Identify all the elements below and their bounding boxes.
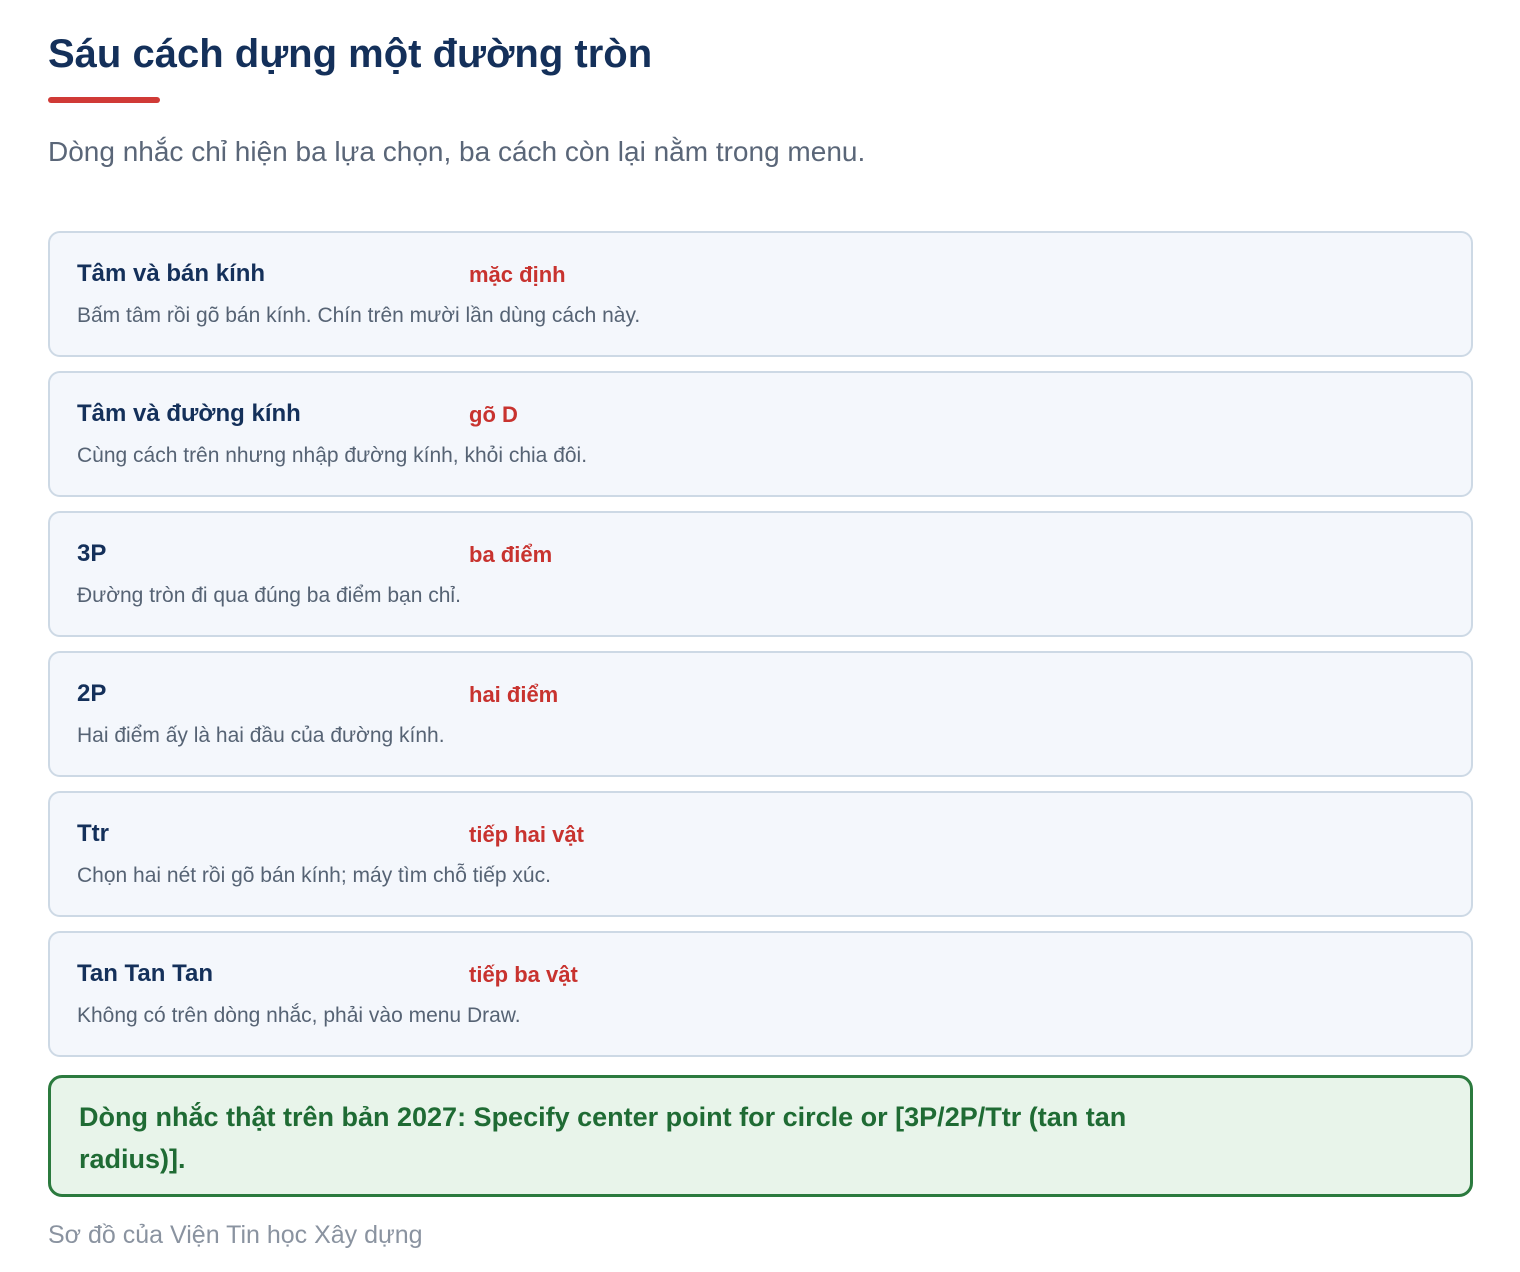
prompt-note-text: Dòng nhắc thật trên bản 2027: Specify ce… — [79, 1102, 1127, 1174]
method-name: Tâm và bán kính — [77, 260, 266, 287]
prompt-note-box: Dòng nhắc thật trên bản 2027: Specify ce… — [48, 1075, 1473, 1197]
method-card-3p: 3P ba điểm Đường tròn đi qua đúng ba điể… — [48, 511, 1473, 637]
method-tag: tiếp ba vật — [469, 962, 578, 987]
method-tag: ba điểm — [469, 542, 553, 567]
method-card-2p: 2P hai điểm Hai điểm ấy là hai đầu của đ… — [48, 651, 1473, 777]
method-tag: hai điểm — [469, 682, 559, 707]
page-title: Sáu cách dựng một đường tròn — [48, 32, 653, 76]
title-underline — [48, 97, 160, 103]
method-name: Tâm và đường kính — [77, 400, 301, 427]
method-tag: mặc định — [469, 262, 566, 287]
method-card-center-radius: Tâm và bán kính mặc định Bấm tâm rồi gõ … — [48, 231, 1473, 357]
method-card-center-diameter: Tâm và đường kính gõ D Cùng cách trên nh… — [48, 371, 1473, 497]
method-tag: tiếp hai vật — [469, 822, 584, 847]
method-name: 2P — [77, 680, 107, 707]
method-name: Ttr — [77, 820, 109, 847]
method-description: Hai điểm ấy là hai đầu của đường kính. — [77, 724, 445, 747]
page-subtitle: Dòng nhắc chỉ hiện ba lựa chọn, ba cách … — [48, 136, 866, 167]
method-description: Không có trên dòng nhắc, phải vào menu D… — [77, 1004, 521, 1027]
method-description: Bấm tâm rồi gõ bán kính. Chín trên mười … — [77, 304, 641, 327]
method-name: Tan Tan Tan — [77, 960, 213, 987]
method-description: Đường tròn đi qua đúng ba điểm bạn chỉ. — [77, 584, 461, 607]
method-list: Tâm và bán kính mặc định Bấm tâm rồi gõ … — [48, 231, 1473, 1071]
footer-credit: Sơ đồ của Viện Tin học Xây dựng — [48, 1221, 423, 1249]
method-card-tan-tan-tan: Tan Tan Tan tiếp ba vật Không có trên dò… — [48, 931, 1473, 1057]
method-description: Chọn hai nét rồi gõ bán kính; máy tìm ch… — [77, 864, 551, 887]
method-description: Cùng cách trên nhưng nhập đường kính, kh… — [77, 444, 588, 467]
method-name: 3P — [77, 540, 107, 567]
method-card-ttr: Ttr tiếp hai vật Chọn hai nét rồi gõ bán… — [48, 791, 1473, 917]
method-tag: gõ D — [469, 402, 518, 427]
